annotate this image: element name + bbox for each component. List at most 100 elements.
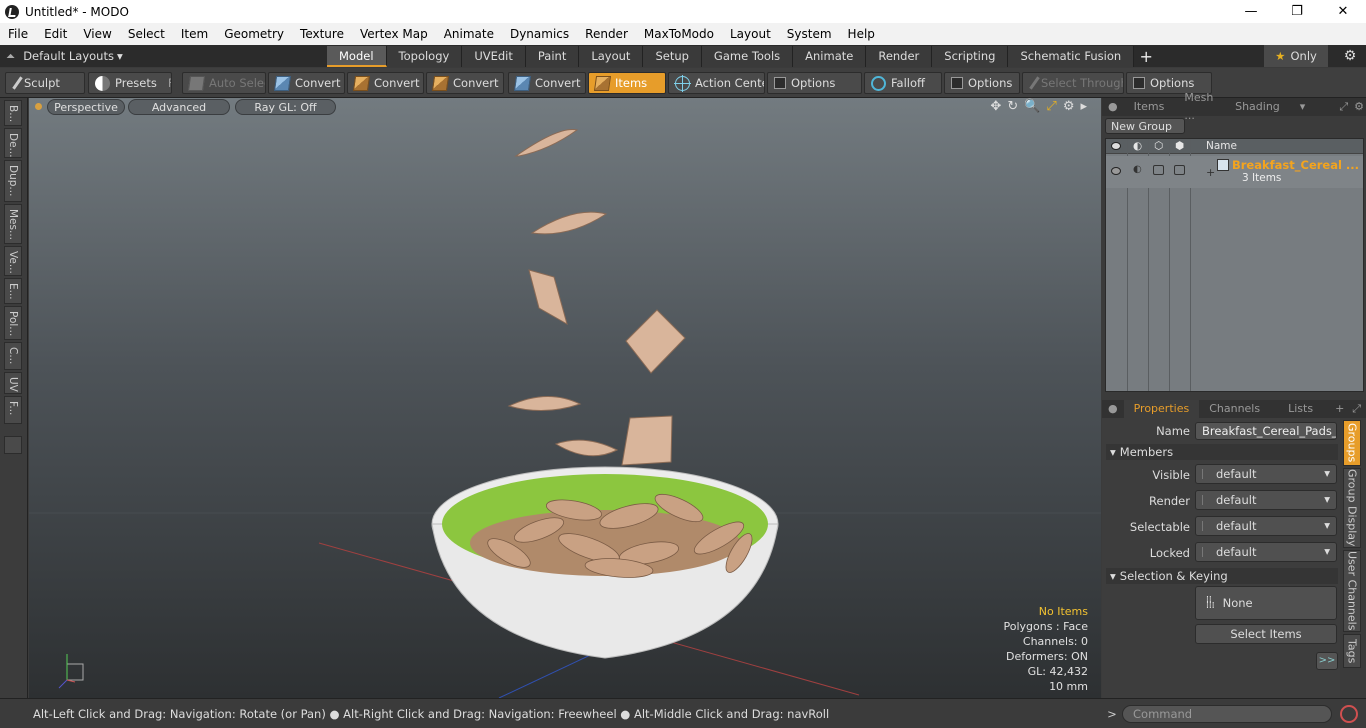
none-select-button[interactable]: ⁞⁞ ⁞⁞⁞ None	[1195, 586, 1337, 620]
layout-settings-gear-icon[interactable]: ⚙	[1338, 45, 1362, 67]
raygl-button[interactable]: Ray GL: Off	[235, 99, 336, 115]
menu-geometry[interactable]: Geometry	[216, 23, 292, 45]
maximize-button[interactable]: ❐	[1274, 0, 1320, 23]
rotate-icon[interactable]: ↻	[1007, 99, 1018, 114]
play-arrow-icon[interactable]: ▸	[1080, 99, 1087, 114]
left-tab-edge[interactable]: E...	[4, 278, 22, 304]
name-column-header[interactable]: Name	[1206, 140, 1237, 152]
select-through-button[interactable]: Select Through	[1022, 72, 1124, 94]
record-macro-icon[interactable]	[1340, 705, 1358, 723]
auto-select-button[interactable]: Auto Select	[182, 72, 266, 94]
close-button[interactable]: ✕	[1320, 0, 1366, 23]
items-mode-button[interactable]: Items	[588, 72, 666, 94]
viewport-settings-gear-icon[interactable]: ⚙	[1063, 99, 1075, 114]
side-tab-user-channels[interactable]: User Channels	[1343, 550, 1361, 632]
chevron-down-icon[interactable]: ▾	[1290, 98, 1316, 116]
action-center-options-button[interactable]: Options	[767, 72, 862, 94]
convert-edges-button[interactable]: Convert	[347, 72, 424, 94]
locked-dropdown[interactable]: default	[1195, 542, 1337, 562]
convert-materials-button[interactable]: Convert	[508, 72, 586, 94]
advanced-shading-button[interactable]: Advanced	[128, 99, 230, 115]
sculpt-button[interactable]: Sculpt	[5, 72, 85, 94]
left-tab-basic[interactable]: B...	[4, 100, 22, 126]
tab-properties[interactable]: Properties	[1123, 400, 1200, 418]
only-button[interactable]: ★ Only	[1264, 45, 1328, 67]
tab-lists[interactable]: Lists	[1270, 400, 1331, 418]
expand-panel-icon[interactable]: ⤢	[1348, 400, 1365, 418]
group-name-field[interactable]: Breakfast_Cereal_Pads_Fal	[1195, 422, 1337, 440]
selection-keying-section-header[interactable]: ▾ Selection & Keying	[1106, 568, 1338, 584]
left-tab-fusion[interactable]: F...	[4, 396, 22, 424]
default-layouts-dropdown[interactable]: ⏶ Default Layouts ▾	[0, 45, 327, 67]
groups-list[interactable]: ◐ ⬡ ⬢ Name ◐ + Breakfast_Cereal ... 3 It…	[1105, 138, 1364, 392]
tab-layout[interactable]: Layout	[579, 46, 644, 67]
panel-gear-icon[interactable]: ⚙	[1352, 98, 1366, 116]
menu-render[interactable]: Render	[577, 23, 636, 45]
tab-model[interactable]: Model	[327, 46, 387, 67]
side-tab-groups[interactable]: Groups	[1343, 420, 1361, 466]
tab-items[interactable]: Items	[1124, 98, 1175, 116]
command-input[interactable]: Command	[1122, 705, 1332, 723]
tab-uvedit[interactable]: UVEdit	[462, 46, 526, 67]
menu-select[interactable]: Select	[120, 23, 173, 45]
tab-topology[interactable]: Topology	[386, 46, 463, 67]
tab-animate[interactable]: Animate	[793, 46, 867, 67]
menu-vertex-map[interactable]: Vertex Map	[352, 23, 436, 45]
tab-scripting[interactable]: Scripting	[932, 46, 1009, 67]
falloff-button[interactable]: Falloff	[864, 72, 942, 94]
tab-schematic-fusion[interactable]: Schematic Fusion	[1008, 46, 1135, 67]
menu-edit[interactable]: Edit	[36, 23, 75, 45]
render-dropdown[interactable]: default	[1195, 490, 1337, 510]
select-column-icon[interactable]: ⬢	[1175, 140, 1184, 152]
left-tab-duplicate[interactable]: Dup...	[4, 160, 22, 202]
visibility-eye-icon[interactable]	[1111, 142, 1121, 150]
tab-game-tools[interactable]: Game Tools	[701, 46, 794, 67]
menu-system[interactable]: System	[779, 23, 840, 45]
tab-paint[interactable]: Paint	[525, 46, 580, 67]
layout-expand-icon[interactable]: ⏶	[6, 49, 15, 64]
menu-animate[interactable]: Animate	[436, 23, 502, 45]
group-name[interactable]: Breakfast_Cereal ...	[1232, 158, 1360, 172]
row-select-icon[interactable]	[1174, 165, 1185, 175]
left-tab-mesh-edit[interactable]: Mes...	[4, 204, 22, 244]
group-row[interactable]: ◐ + Breakfast_Cereal ... 3 Items	[1106, 156, 1363, 188]
zoom-icon[interactable]: 🔍	[1024, 99, 1040, 114]
left-tab-polygon[interactable]: Pol...	[4, 306, 22, 340]
minimize-button[interactable]: —	[1228, 0, 1274, 23]
add-tab-plus-icon[interactable]: +	[1331, 400, 1348, 418]
left-tab-toggle[interactable]	[4, 436, 22, 454]
panel-menu-dot-icon[interactable]: ●	[1102, 98, 1124, 116]
add-layout-button[interactable]: +	[1134, 47, 1158, 66]
more-button[interactable]: >>	[1316, 652, 1338, 670]
expand-panel-icon[interactable]: ⤢	[1335, 98, 1352, 116]
menu-layout[interactable]: Layout	[722, 23, 779, 45]
menu-file[interactable]: File	[0, 23, 36, 45]
menu-texture[interactable]: Texture	[292, 23, 352, 45]
convert-polygons-button[interactable]: Convert	[426, 72, 504, 94]
pan-icon[interactable]: ✥	[990, 99, 1001, 114]
tab-render[interactable]: Render	[866, 46, 933, 67]
maximize-viewport-icon[interactable]: ⤢	[1046, 99, 1056, 114]
presets-button[interactable]: Presets F6	[88, 72, 172, 94]
row-render-icon[interactable]: ◐	[1133, 164, 1142, 175]
convert-vertices-button[interactable]: Convert	[268, 72, 345, 94]
row-visibility-eye-icon[interactable]	[1111, 167, 1121, 175]
scene-canvas[interactable]	[29, 98, 1101, 698]
action-center-button[interactable]: Action Center	[668, 72, 765, 94]
visible-dropdown[interactable]: default	[1195, 464, 1337, 484]
left-tab-uv[interactable]: UV	[4, 372, 22, 394]
left-tab-curve[interactable]: C...	[4, 342, 22, 370]
falloff-options-button[interactable]: Options	[944, 72, 1020, 94]
new-group-button[interactable]: New Group	[1105, 118, 1185, 134]
menu-help[interactable]: Help	[840, 23, 883, 45]
left-tab-vertex[interactable]: Ve...	[4, 246, 22, 276]
left-tab-deform[interactable]: De...	[4, 128, 22, 158]
menu-item[interactable]: Item	[173, 23, 216, 45]
3d-viewport[interactable]: Perspective Advanced Ray GL: Off ✥ ↻ 🔍 ⤢…	[29, 98, 1101, 698]
side-tab-tags[interactable]: Tags	[1343, 634, 1361, 668]
select-items-button[interactable]: Select Items	[1195, 624, 1337, 644]
selectable-dropdown[interactable]: default	[1195, 516, 1337, 536]
side-tab-group-display[interactable]: Group Display	[1343, 468, 1361, 548]
row-lock-icon[interactable]	[1153, 165, 1164, 175]
lock-column-icon[interactable]: ⬡	[1154, 140, 1163, 152]
